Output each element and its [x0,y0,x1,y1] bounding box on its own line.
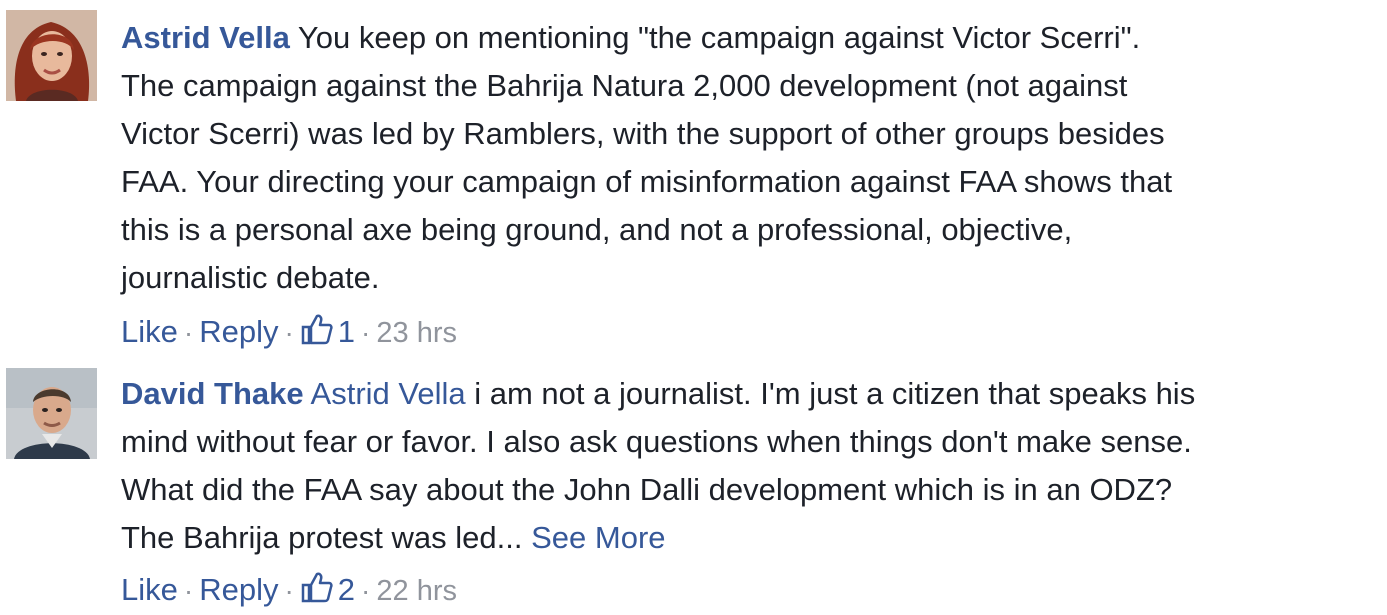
reply-link[interactable]: Reply [199,314,278,349]
like-link[interactable]: Like [121,314,178,349]
comment-line: What did the FAA say about the John Dall… [121,472,1173,507]
like-count: 2 [337,572,356,607]
like-count: 1 [337,314,356,349]
comment-line: this is a personal axe being ground, and… [121,212,1073,247]
comment-line: FAA. Your directing your campaign of mis… [121,164,1173,199]
comment-text: Astrid Vella You keep on mentioning "the… [121,14,1387,302]
see-more-link[interactable]: See More [531,520,665,555]
comment-author[interactable]: David Thake [121,376,304,411]
comment-line-text: i am not a journalist. I'm just a citize… [474,376,1196,411]
avatar[interactable] [6,368,97,459]
mention-link[interactable]: Astrid Vella [311,376,466,411]
comment-line: David Thake Astrid Vella i am not a jour… [121,370,1387,418]
comment-line-text: The Bahrija protest was led... [121,520,523,555]
comment-line: Victor Scerri) was led by Ramblers, with… [121,116,1165,151]
comment-line: The campaign against the Bahrija Natura … [121,68,1128,103]
separator-dot: · [284,317,294,348]
separator-dot: · [361,575,371,606]
woman-avatar-icon [6,10,97,101]
reaction-count[interactable]: 1 [300,314,355,349]
reaction-count[interactable]: 2 [300,572,355,607]
comment-line: Astrid Vella You keep on mentioning "the… [121,14,1387,62]
timestamp[interactable]: 22 hrs [376,575,457,607]
separator-dot: · [183,575,194,606]
timestamp[interactable]: 23 hrs [376,317,457,349]
comment-line-text: You keep on mentioning "the campaign aga… [297,20,1141,55]
separator-dot: · [361,317,371,348]
like-link[interactable]: Like [121,572,178,607]
thumbs-up-icon [301,572,333,603]
comment-actions: Like · Reply · 2 · 22 hrs [121,566,1387,615]
comment-body: Astrid Vella You keep on mentioning "the… [121,14,1387,357]
comment-actions: Like · Reply · 1 · 23 hrs [121,308,1387,357]
comment-text: David Thake Astrid Vella i am not a jour… [121,370,1387,562]
separator-dot: · [183,317,194,348]
comment-line: journalistic debate. [121,260,380,295]
thumbs-up-icon [301,314,333,345]
reply-link[interactable]: Reply [199,572,278,607]
comment-line: mind without fear or favor. I also ask q… [121,424,1192,459]
comment-line: The Bahrija protest was led... See More [121,514,1387,562]
man-avatar-icon [6,368,97,459]
avatar[interactable] [6,10,97,101]
comment-author[interactable]: Astrid Vella [121,20,290,55]
comment-body: David Thake Astrid Vella i am not a jour… [121,370,1387,615]
separator-dot: · [284,575,294,606]
